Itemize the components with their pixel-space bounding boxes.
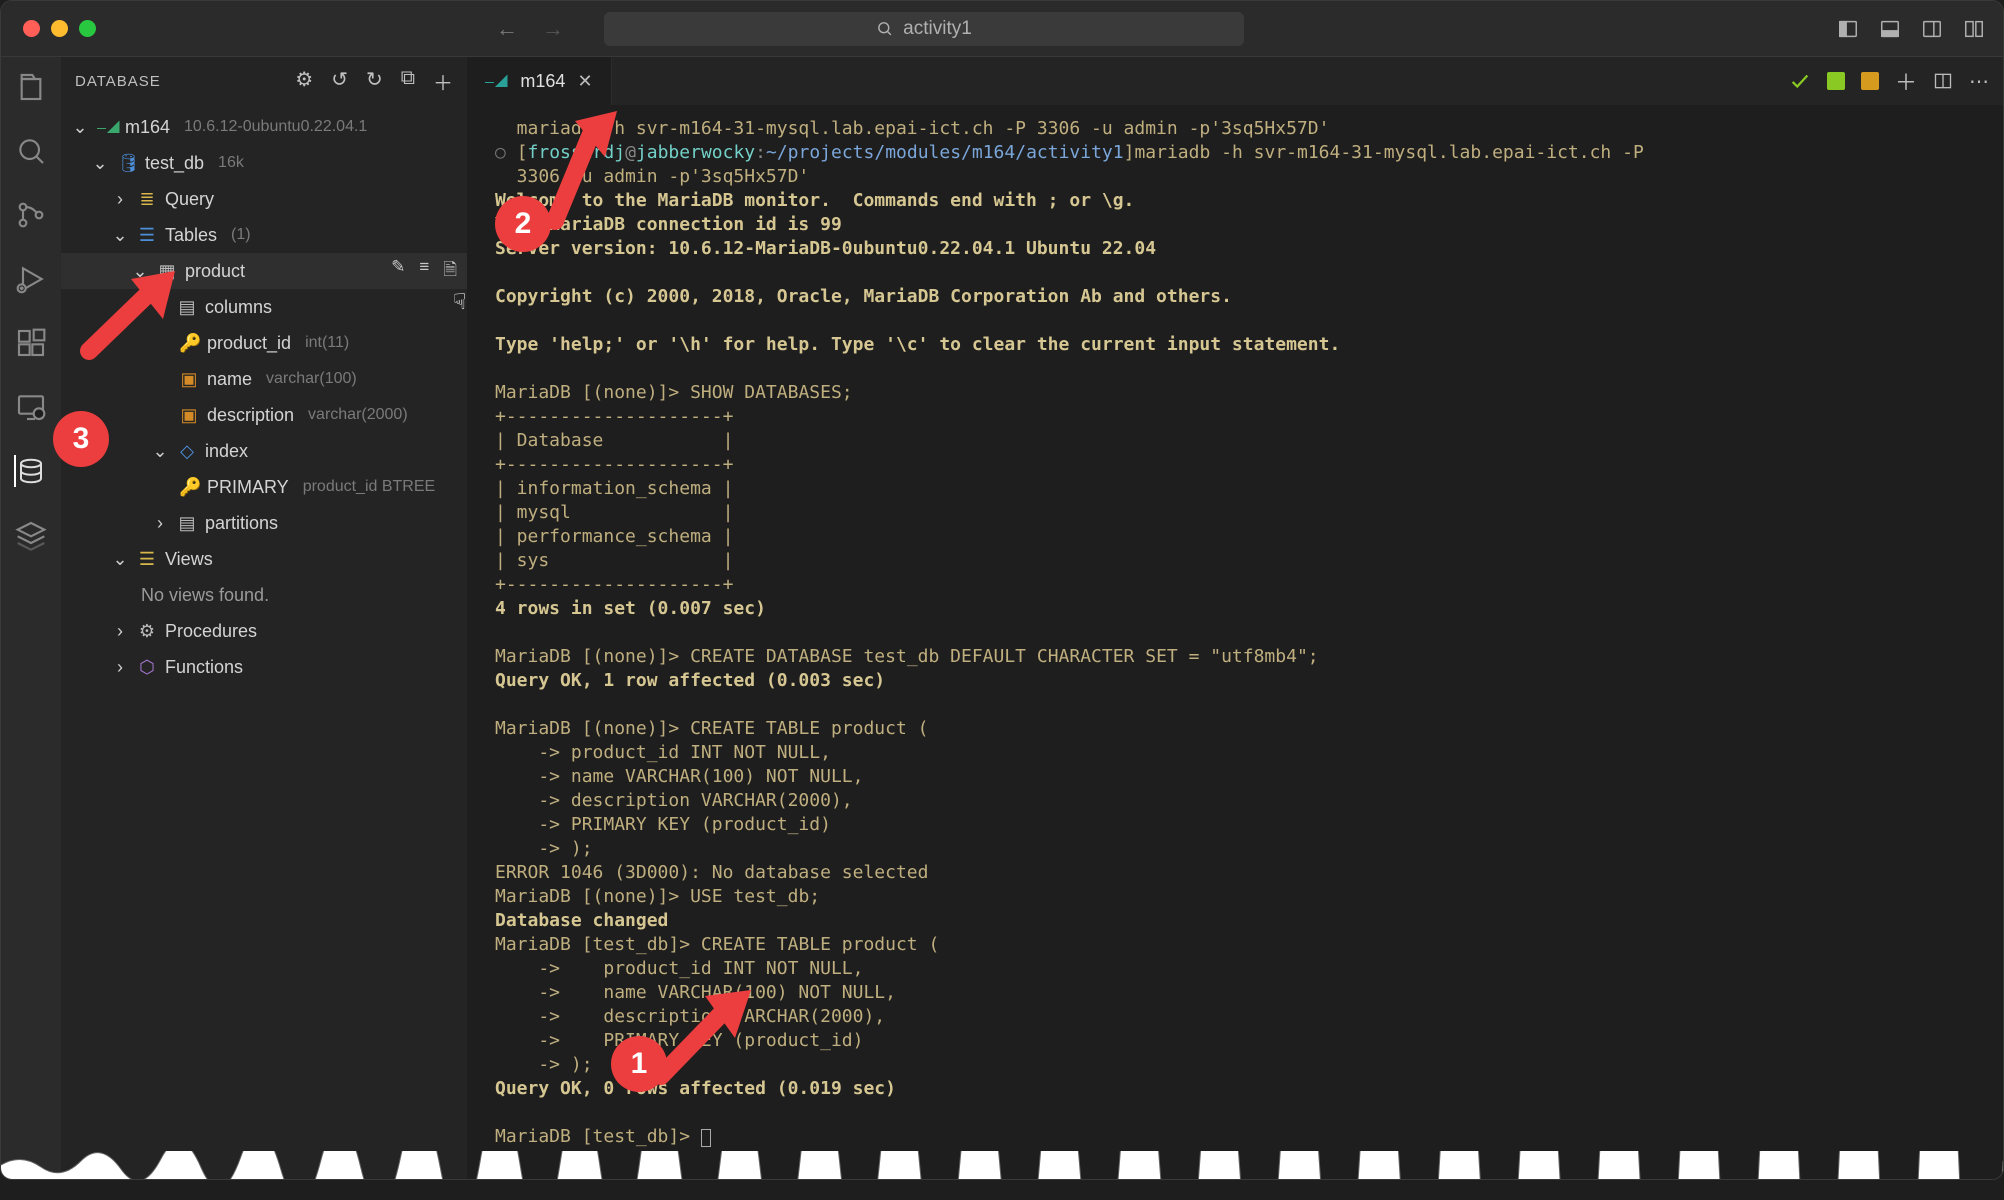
file-icon[interactable]: 🗎 [443, 257, 457, 286]
database-node[interactable]: ⌄ 🛢 test_db 16k [61, 145, 467, 181]
collapse-all-icon[interactable]: ⧉ [401, 67, 415, 96]
close-tab-icon[interactable]: ✕ [577, 71, 592, 92]
views-node[interactable]: ⌄ ☰ Views [61, 541, 467, 577]
search-nav-icon[interactable] [15, 135, 47, 167]
connection-node[interactable]: ⌄ ⎯◢ m164 10.6.12-0ubuntu0.22.04.1 [61, 109, 467, 145]
chevron-down-icon: ⌄ [111, 225, 129, 246]
panel-bottom-icon[interactable] [1879, 18, 1901, 40]
extensions-icon[interactable] [15, 327, 47, 359]
annotation-callout-3: 3 [53, 411, 109, 467]
database-nav-icon[interactable] [14, 455, 46, 487]
status-green-icon[interactable] [1827, 72, 1845, 90]
column-row[interactable]: ▣ description varchar(2000) [61, 397, 467, 433]
close-window-button[interactable] [23, 20, 40, 37]
add-connection-icon[interactable]: ＋ [433, 67, 453, 96]
nav-forward-button[interactable]: → [542, 16, 564, 42]
chevron-right-icon: › [111, 621, 129, 642]
index-icon: ◇ [177, 441, 197, 462]
chevron-right-icon: › [111, 189, 129, 210]
titlebar: ← → activity1 [1, 1, 2003, 57]
tab-m164[interactable]: ⎯◢ m164 ✕ [467, 57, 612, 105]
tables-icon: ☰ [137, 225, 157, 246]
history-icon[interactable]: ↺ [331, 67, 348, 96]
status-orange-icon[interactable] [1861, 72, 1879, 90]
annotation-callout-1: 1 [611, 1036, 667, 1092]
chevron-down-icon: ⌄ [111, 549, 129, 570]
partitions-node[interactable]: › ▤ partitions [61, 505, 467, 541]
index-node[interactable]: ⌄ ◇ index [61, 433, 467, 469]
more-icon[interactable]: ⋯ [1969, 69, 1989, 94]
layers-icon[interactable] [15, 519, 47, 551]
editor-tabs: ⎯◢ m164 ✕ ＋ ⋯ [467, 57, 2003, 105]
column-icon: ▣ [179, 369, 199, 390]
layout-customize-icon[interactable] [1963, 18, 1985, 40]
index-row[interactable]: 🔑 PRIMARY product_id BTREE [61, 469, 467, 505]
check-icon[interactable] [1789, 70, 1811, 92]
annotation-arrow-3 [71, 271, 181, 361]
cube-icon: ⬡ [137, 657, 157, 678]
maximize-window-button[interactable] [79, 20, 96, 37]
gear-icon: ⚙ [137, 621, 157, 642]
chevron-down-icon: ⌄ [151, 441, 169, 462]
minimize-window-button[interactable] [51, 20, 68, 37]
window-controls [13, 20, 96, 37]
key-icon: 🔑 [179, 477, 199, 498]
panel-left-icon[interactable] [1837, 18, 1859, 40]
query-icon: ≣ [137, 189, 157, 210]
connection-tab-icon: ⎯◢ [485, 71, 508, 92]
procedures-node[interactable]: › ⚙ Procedures [61, 613, 467, 649]
nav-back-button[interactable]: ← [496, 16, 518, 42]
remote-explorer-icon[interactable] [15, 391, 47, 423]
column-row[interactable]: ▣ name varchar(100) [61, 361, 467, 397]
database-tree: ⌄ ⎯◢ m164 10.6.12-0ubuntu0.22.04.1 ⌄ 🛢 t… [61, 105, 467, 689]
partitions-icon: ▤ [177, 513, 197, 534]
edit-icon[interactable]: ✎ [391, 257, 405, 286]
sidebar: DATABASE ⚙ ↺ ↻ ⧉ ＋ ⌄ ⎯◢ m164 10.6.12-0ub… [61, 57, 467, 1179]
key-icon: 🔑 [179, 333, 199, 354]
chevron-right-icon: › [111, 657, 129, 678]
search-placeholder: activity1 [903, 18, 972, 40]
activity-bar [1, 57, 61, 1179]
command-center-search[interactable]: activity1 [604, 12, 1244, 46]
chevron-down-icon: ⌄ [91, 153, 109, 174]
database-icon: 🛢 [117, 153, 137, 174]
panel-right-icon[interactable] [1921, 18, 1943, 40]
explorer-icon[interactable] [15, 71, 47, 103]
no-views-row: No views found. [61, 577, 467, 613]
run-debug-icon[interactable] [15, 263, 47, 295]
sidebar-title: DATABASE [75, 73, 161, 90]
functions-node[interactable]: › ⬡ Functions [61, 649, 467, 685]
chevron-down-icon: ⌄ [71, 117, 89, 138]
mouse-pointer-icon: ☟ [453, 289, 466, 315]
source-control-icon[interactable] [15, 199, 47, 231]
chevron-right-icon: › [151, 513, 169, 534]
add-tab-icon[interactable]: ＋ [1895, 65, 1917, 97]
annotation-callout-2: 2 [495, 196, 551, 252]
connection-icon: ⎯◢ [97, 117, 117, 138]
torn-edge-graphic [1, 1151, 2003, 1179]
search-icon [876, 20, 893, 37]
settings-icon[interactable]: ⚙ [295, 67, 313, 96]
query-node[interactable]: › ≣ Query [61, 181, 467, 217]
split-editor-icon[interactable] [1933, 71, 1953, 91]
column-icon: ▣ [179, 405, 199, 426]
refresh-icon[interactable]: ↻ [366, 67, 383, 96]
list-icon[interactable]: ≡ [419, 257, 429, 286]
views-icon: ☰ [137, 549, 157, 570]
tables-node[interactable]: ⌄ ☰ Tables (1) [61, 217, 467, 253]
